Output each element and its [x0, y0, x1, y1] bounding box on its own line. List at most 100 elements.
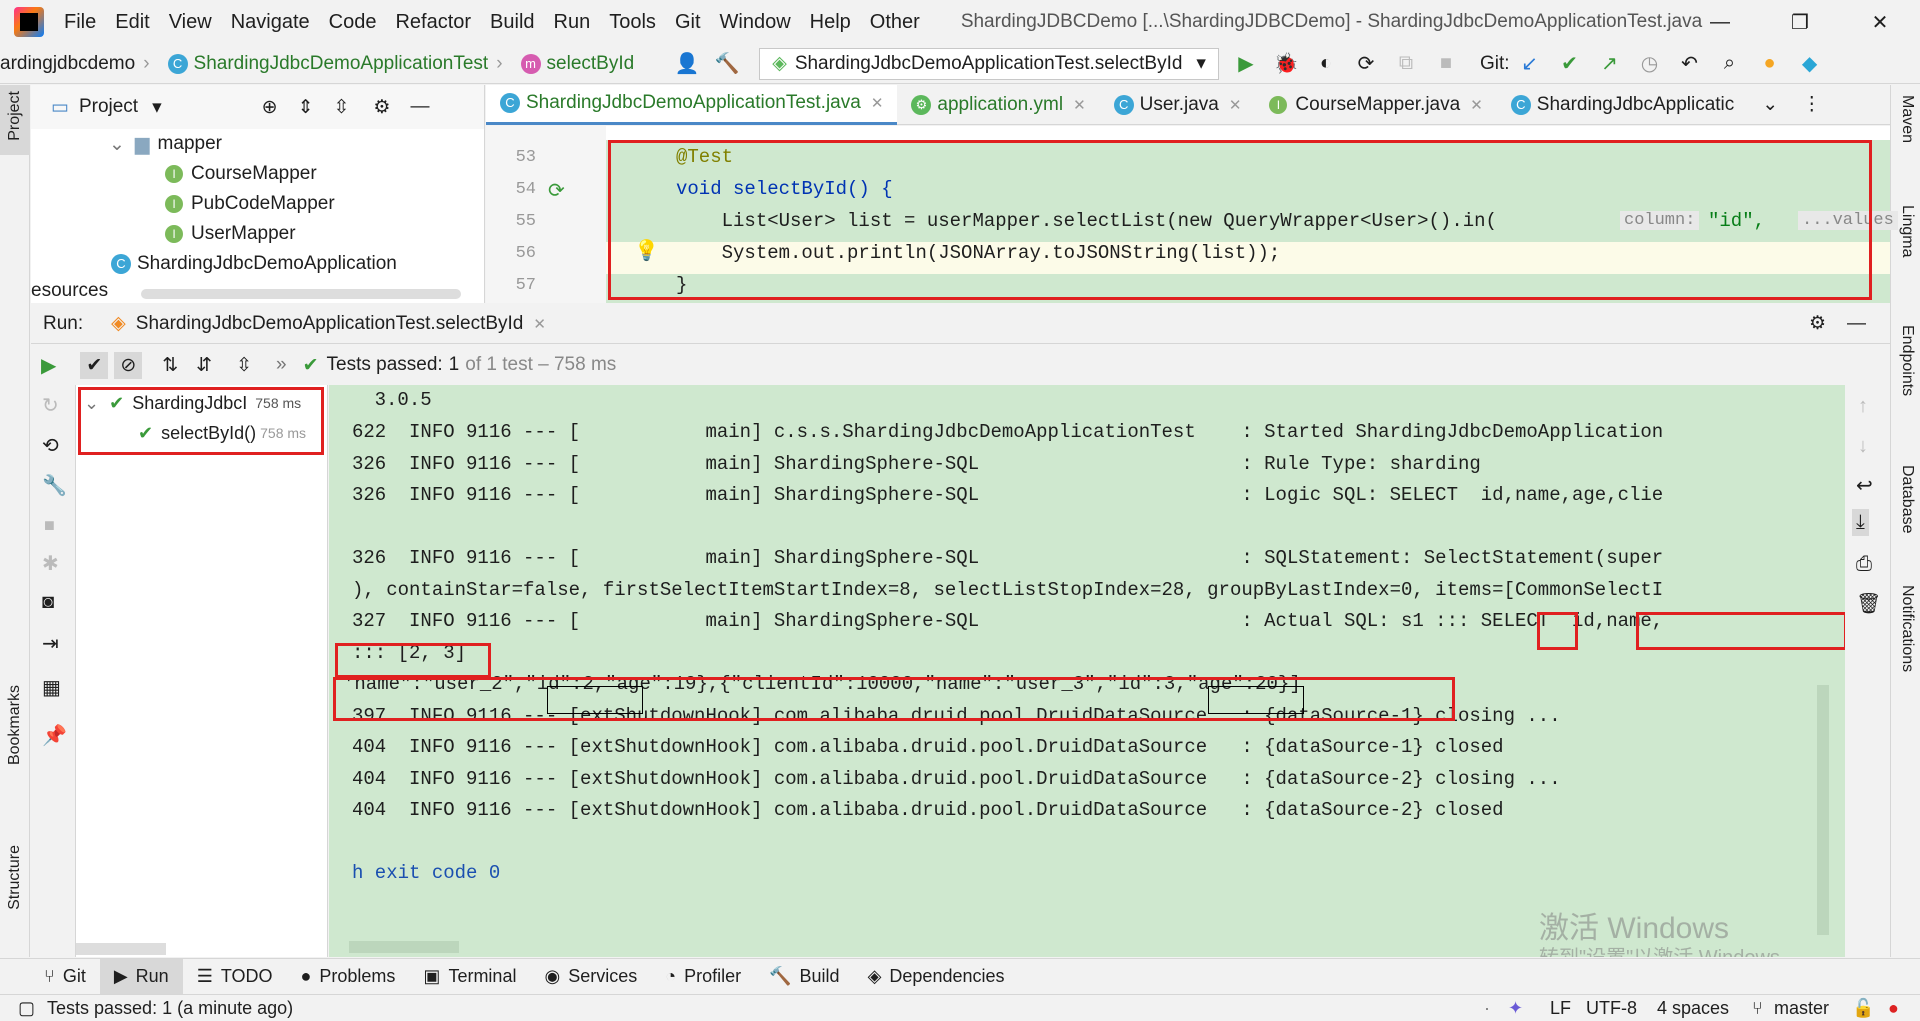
debug-icon[interactable]: 🐞: [1273, 51, 1299, 77]
up-arrow-icon[interactable]: ↑: [1858, 395, 1868, 418]
debug-icon[interactable]: ✱: [42, 551, 59, 576]
wrench-icon[interactable]: 🔧: [42, 473, 67, 498]
menu-view[interactable]: View: [169, 11, 212, 34]
user-icon[interactable]: 👤: [674, 51, 700, 77]
menu-help[interactable]: Help: [810, 11, 851, 34]
git-commit-icon[interactable]: ✔: [1557, 51, 1583, 77]
horizontal-scrollbar[interactable]: [141, 289, 461, 299]
git-push-icon[interactable]: ↗: [1597, 51, 1623, 77]
profile-icon[interactable]: ⟳: [1353, 51, 1379, 77]
error-indicator-icon[interactable]: ●: [1888, 998, 1899, 1019]
tool-tab-dependencies[interactable]: ◈ Dependencies: [854, 959, 1019, 995]
tab-sharding-test[interactable]: C ShardingJdbcDemoApplicationTest.java ✕: [486, 84, 898, 125]
coverage-icon[interactable]: ◐: [1313, 51, 1339, 77]
close-icon[interactable]: ✕: [871, 94, 884, 112]
tool-tab-profiler[interactable]: ◔ Profiler: [651, 959, 755, 995]
more-icon[interactable]: »: [276, 354, 287, 376]
chevron-down-icon[interactable]: ⌄: [1762, 93, 1778, 116]
tool-tab-problems[interactable]: ● Problems: [287, 959, 410, 995]
tool-tab-todo[interactable]: ☰ TODO: [183, 959, 287, 995]
breadcrumb-class[interactable]: C ShardingJdbcDemoApplicationTest ›: [167, 53, 511, 75]
tree-item-mapper[interactable]: ⌄ ▆ mapper: [31, 129, 484, 159]
toggle-tool-windows-icon[interactable]: ▢: [18, 998, 35, 1019]
close-icon[interactable]: ✕: [1470, 96, 1483, 114]
close-window-button[interactable]: ✕: [1840, 0, 1920, 44]
tab-coursemapper-java[interactable]: I CourseMapper.java ✕: [1255, 85, 1496, 125]
collapse-all-icon[interactable]: ⇳: [333, 96, 349, 119]
status-message[interactable]: Tests passed: 1 (a minute ago): [47, 998, 293, 1019]
database-tool-window-tab[interactable]: Database: [1898, 465, 1916, 534]
run-icon[interactable]: ▶: [1233, 51, 1259, 77]
encoding-indicator[interactable]: UTF-8: [1586, 998, 1637, 1019]
tool-tab-terminal[interactable]: ▣ Terminal: [409, 959, 530, 995]
bookmarks-tool-window-tab[interactable]: Bookmarks: [6, 685, 24, 765]
hide-icon[interactable]: —: [1847, 313, 1866, 335]
history-icon[interactable]: ◷: [1637, 51, 1663, 77]
close-icon[interactable]: ✕: [1229, 96, 1242, 114]
show-passed-icon[interactable]: ✔: [80, 351, 109, 379]
lock-icon[interactable]: 🔓: [1852, 998, 1874, 1019]
down-arrow-icon[interactable]: ↓: [1858, 435, 1868, 458]
menu-navigate[interactable]: Navigate: [231, 11, 310, 34]
more-icon[interactable]: ⋮: [1802, 93, 1821, 116]
lingma-tool-window-tab[interactable]: Lingma: [1898, 205, 1916, 257]
locate-icon[interactable]: ⊕: [262, 96, 278, 119]
show-ignored-icon[interactable]: ⊘: [114, 351, 143, 379]
tree-item-usermapper[interactable]: I UserMapper: [31, 219, 484, 249]
menu-code[interactable]: Code: [329, 11, 377, 34]
gear-icon[interactable]: ⚙: [1809, 312, 1826, 335]
structure-tool-window-tab[interactable]: Structure: [6, 845, 24, 910]
notifications-tool-window-tab[interactable]: Notifications: [1898, 585, 1916, 672]
tab-shardingjdbc-application[interactable]: C ShardingJdbcApplicatic: [1497, 85, 1749, 125]
sort-alpha-icon[interactable]: ⇅: [162, 354, 178, 377]
print-icon[interactable]: ⎙: [1856, 553, 1872, 576]
endpoints-tool-window-tab[interactable]: Endpoints: [1898, 325, 1916, 396]
plugin-icon[interactable]: ◆: [1797, 51, 1823, 77]
rollback-icon[interactable]: ↶: [1677, 51, 1703, 77]
tool-tab-run[interactable]: ▶ Run: [99, 958, 183, 995]
sort-duration-icon[interactable]: ⇵: [196, 354, 212, 377]
menu-file[interactable]: File: [64, 11, 96, 34]
close-icon[interactable]: ✕: [533, 315, 546, 333]
import-icon[interactable]: ⇥: [42, 631, 59, 656]
camera-icon[interactable]: ◙: [42, 591, 54, 614]
tab-user-java[interactable]: C User.java ✕: [1100, 85, 1256, 125]
stop-icon[interactable]: ■: [1433, 51, 1459, 77]
pin-icon[interactable]: 📌: [42, 723, 67, 748]
menu-tools[interactable]: Tools: [609, 11, 656, 34]
menu-edit[interactable]: Edit: [115, 11, 149, 34]
console-output[interactable]: 3.0.5 622 INFO 9116 --- [ main] c.s.s.Sh…: [329, 385, 1845, 957]
menu-window[interactable]: Window: [720, 11, 791, 34]
chevron-down-icon[interactable]: ▾: [152, 96, 162, 119]
menu-other[interactable]: Other: [870, 11, 920, 34]
stop-icon[interactable]: ■: [44, 515, 55, 536]
run-test-gutter-icon[interactable]: ⟳: [548, 178, 565, 203]
tool-tab-services[interactable]: ◉ Services: [530, 959, 651, 995]
hide-icon[interactable]: —: [410, 96, 429, 118]
git-update-icon[interactable]: ↙: [1517, 51, 1543, 77]
horizontal-scrollbar[interactable]: [349, 941, 459, 953]
tree-item-pubcodemapper[interactable]: I PubCodeMapper: [31, 189, 484, 219]
menu-git[interactable]: Git: [675, 11, 701, 34]
maven-tool-window-tab[interactable]: Maven: [1898, 95, 1916, 143]
build-hammer-icon[interactable]: 🔨: [714, 51, 740, 77]
attach-icon[interactable]: ⧉: [1393, 51, 1419, 77]
trash-icon[interactable]: 🗑: [1856, 591, 1881, 616]
restore-button[interactable]: ❐: [1760, 0, 1840, 44]
breadcrumb-project[interactable]: ardingjdbcdemo ›: [0, 53, 158, 75]
toggle-auto-test-icon[interactable]: ⟲: [42, 433, 59, 458]
menu-build[interactable]: Build: [490, 11, 534, 34]
menu-refactor[interactable]: Refactor: [395, 11, 471, 34]
lingma-status-icon[interactable]: ✦: [1508, 998, 1523, 1019]
minimize-button[interactable]: —: [1680, 0, 1760, 44]
rerun-icon[interactable]: ▶: [41, 353, 56, 378]
project-tool-window-tab[interactable]: Project: [6, 91, 24, 141]
breadcrumb-method[interactable]: m selectById: [520, 53, 634, 75]
search-icon[interactable]: ⌕: [1717, 51, 1743, 77]
update-icon[interactable]: ●: [1757, 51, 1783, 77]
indent-indicator[interactable]: 4 spaces: [1657, 998, 1729, 1019]
code-editor[interactable]: 53 54 55 56 57 ⟳ 💡 @Test void selectById…: [486, 126, 1898, 303]
close-icon[interactable]: ✕: [1073, 96, 1086, 114]
menu-run[interactable]: Run: [554, 11, 591, 34]
soft-wrap-icon[interactable]: ↩: [1856, 473, 1873, 498]
